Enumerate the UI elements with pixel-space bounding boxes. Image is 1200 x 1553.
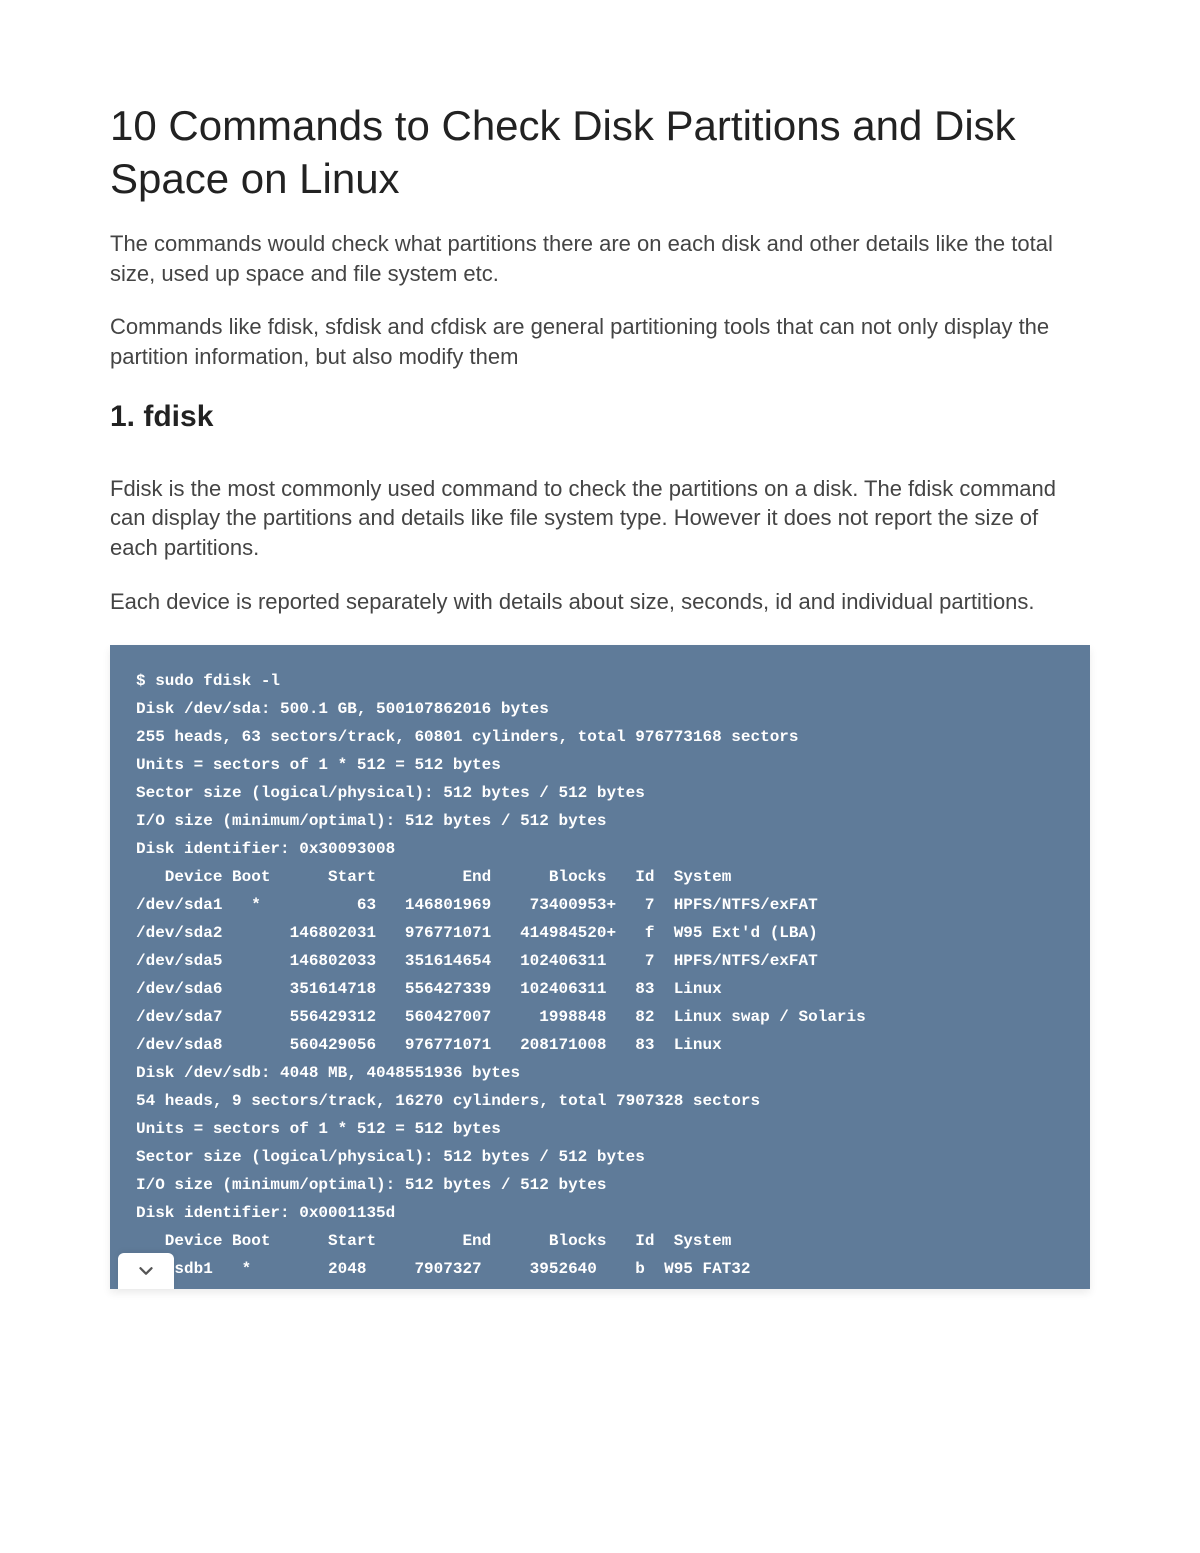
page-title: 10 Commands to Check Disk Partitions and… [110,100,1090,205]
section-heading-fdisk: 1. fdisk [110,400,1090,434]
intro-paragraph-1: The commands would check what partitions… [110,229,1090,288]
document-page: 10 Commands to Check Disk Partitions and… [0,0,1200,1349]
chevron-down-icon [135,1260,157,1282]
expand-code-button[interactable] [118,1253,174,1289]
intro-paragraph-2: Commands like fdisk, sfdisk and cfdisk a… [110,312,1090,371]
fdisk-code-block: $ sudo fdisk -l Disk /dev/sda: 500.1 GB,… [110,645,1090,1289]
fdisk-paragraph-2: Each device is reported separately with … [110,587,1090,617]
fdisk-paragraph-1: Fdisk is the most commonly used command … [110,474,1090,563]
